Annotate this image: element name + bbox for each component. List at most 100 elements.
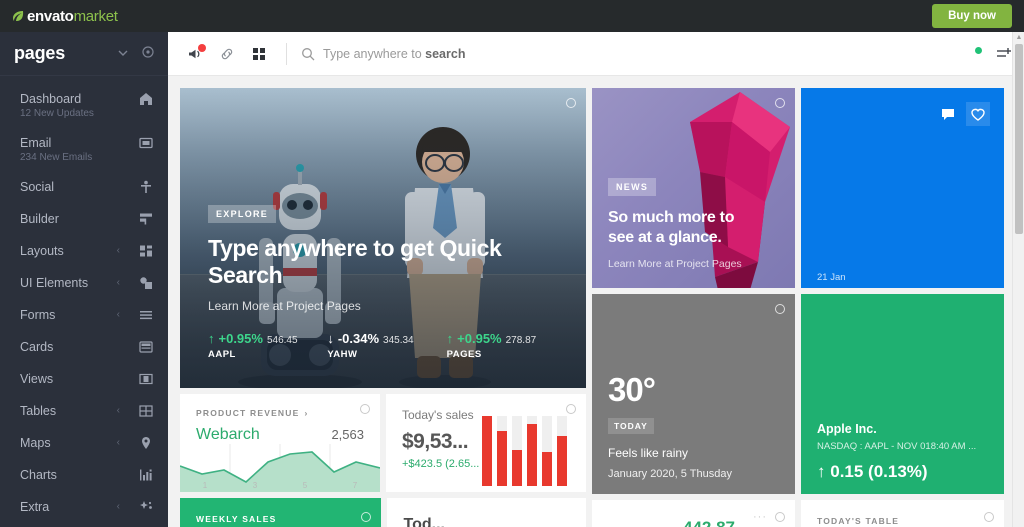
megaphone-icon[interactable] [186,43,206,63]
hero-card-menu-button[interactable] [566,98,576,108]
weather-feels-like: Feels like rainy [608,446,689,460]
news-subtitle: Learn More at Project Pages [608,258,742,270]
sidebar-item-extra[interactable]: Extra ‹ [0,492,168,524]
header-divider [286,42,287,65]
ticker-item[interactable]: ↑ +0.95% 278.87 PAGES [447,331,566,360]
sidebar-item-layouts[interactable]: Layouts ‹ [0,236,168,268]
weather-card[interactable]: 30° TODAY Feels like rainy January 2020,… [592,294,795,494]
hero-body: EXPLORE Type anywhere to get Quick Searc… [208,204,566,360]
sidebar-item-maps[interactable]: Maps ‹ [0,428,168,460]
sidebar-item-views[interactable]: Views [0,364,168,396]
ticker-item[interactable]: ↑ +0.95% 546.45 AAPL [208,331,327,360]
ticker-item[interactable]: ↓ -0.34% 345.34 YAHW [327,331,446,360]
product-revenue-menu-button[interactable] [360,404,370,414]
ticker-symbol: PAGES [446,349,482,360]
target-icon[interactable] [142,46,154,61]
forms-icon [138,308,154,322]
sidebar-item-label: Maps [20,436,51,450]
today-clipped-card[interactable]: Tod... [387,498,586,527]
more-options-icon[interactable]: ··· [753,511,767,523]
bar-item [527,416,537,486]
ticker-symbol: YAHW [327,349,358,360]
sidebar-item-forms[interactable]: Forms ‹ [0,300,168,332]
sidebar-item-email[interactable]: Email 234 New Emails [0,128,168,172]
envato-logo[interactable]: envato market [12,8,118,25]
stock-change-value: 0.15 (0.13%) [830,462,928,481]
heart-icon[interactable] [966,102,990,126]
main-header: Type anywhere to search [168,32,1024,76]
dashboard-content: EXPLORE Type anywhere to get Quick Searc… [168,76,1012,527]
sidebar-item-sublabel: 234 New Emails [20,152,93,163]
sidebar-brand[interactable]: pages [0,32,168,76]
product-revenue-title: PRODUCT REVENUE [196,408,300,418]
trend-up-icon: ↑ [446,331,454,346]
xtick: 3 [252,481,258,490]
product-revenue-card[interactable]: PRODUCT REVENUE › Webarch 2,563 1 3 5 7 [180,394,380,492]
sidebar-item-dashboard[interactable]: Dashboard 12 New Updates [0,84,168,128]
layouts-icon [138,244,154,258]
sidebar-item-label: Charts [20,468,57,482]
search-bar[interactable]: Type anywhere to search [301,47,982,61]
stock-card[interactable]: Apple Inc. NASDAQ : AAPL - NOV 018:40 AM… [801,294,1004,494]
sidebar-item-tables[interactable]: Tables ‹ [0,396,168,428]
sidebar-item-ui-elements[interactable]: UI Elements ‹ [0,268,168,300]
chevron-down-icon[interactable] [118,48,128,60]
sidebar-item-label: Layouts [20,244,64,258]
news-card-menu-button[interactable] [775,98,785,108]
link-icon[interactable] [218,45,236,63]
product-revenue-value: 2,563 [331,427,364,442]
page-scrollbar[interactable]: ▲ [1012,32,1024,527]
hero-tag-badge: EXPLORE [208,205,277,223]
sidebar-item-cards[interactable]: Cards [0,332,168,364]
sliders-icon[interactable] [996,47,1012,61]
scroll-up-arrow[interactable]: ▲ [1015,33,1023,42]
header-right-group [973,44,1012,61]
blue-card-date: 21 Jan [817,272,846,283]
map-pin-icon [138,436,154,450]
bottom-strip-left: WEEKLY SALES Tod... [180,498,586,527]
comment-icon[interactable] [936,102,960,126]
cards-grid: EXPLORE Type anywhere to get Quick Searc… [180,88,1004,527]
today-value-clipped-card[interactable]: 442.87 ··· [592,500,795,527]
chevron-left-icon: ‹ [116,309,120,320]
sparkle-icon [138,500,154,514]
cards-icon [138,340,154,354]
sidebar-item-label: Views [20,372,54,386]
chevron-left-icon: ‹ [116,501,120,512]
search-placeholder[interactable]: Type anywhere to search [323,47,465,61]
sidebar-item-social[interactable]: Social [0,172,168,204]
bar-item [482,416,492,486]
column-left: EXPLORE Type anywhere to get Quick Searc… [180,88,586,527]
chevron-left-icon: ‹ [116,245,120,256]
weekly-sales-card[interactable]: WEEKLY SALES [180,498,382,527]
blue-announcement-card[interactable]: 21 Jan A whole new page [801,88,1004,288]
blue-card-body: 21 Jan A whole new page [817,272,990,288]
ticker-value: 546.45 [266,335,298,346]
todays-sales-bar-chart [482,416,574,486]
bar-item [497,416,507,486]
todays-table-menu-button[interactable] [984,512,994,522]
buy-now-button[interactable]: Buy now [932,4,1012,28]
xtick: 5 [302,481,308,490]
product-revenue-xticks: 1 3 5 7 [180,481,380,490]
today-value-menu-button[interactable] [775,512,785,522]
ticker-symbol: AAPL [208,349,236,360]
weekly-sales-title: WEEKLY SALES [196,514,277,524]
grid-apps-icon[interactable] [250,45,268,63]
weather-card-menu-button[interactable] [775,304,785,314]
news-title-line-1: So much more to [608,209,735,226]
column-right: 21 Jan A whole new page Apple Inc. NASDA… [801,88,1004,527]
todays-table-card[interactable]: TODAY'S TABLE [801,500,1004,527]
stat-card-row: PRODUCT REVENUE › Webarch 2,563 1 3 5 7 … [180,394,586,492]
product-revenue-header: PRODUCT REVENUE › [180,394,380,418]
news-card[interactable]: NEWS So much more to see at a glance. Le… [592,88,795,288]
scrollbar-thumb[interactable] [1015,44,1023,234]
hero-card[interactable]: EXPLORE Type anywhere to get Quick Searc… [180,88,586,388]
sidebar-item-charts[interactable]: Charts [0,460,168,492]
sidebar-item-label: Email [20,136,52,150]
stock-company-name: Apple Inc. [817,422,877,436]
todays-sales-menu-button[interactable] [566,404,576,414]
todays-sales-card[interactable]: Today's sales $9,53... +$423.5 (2.65... [386,394,586,492]
search-placeholder-prefix: Type anywhere to [323,46,426,61]
sidebar-item-builder[interactable]: Builder [0,204,168,236]
